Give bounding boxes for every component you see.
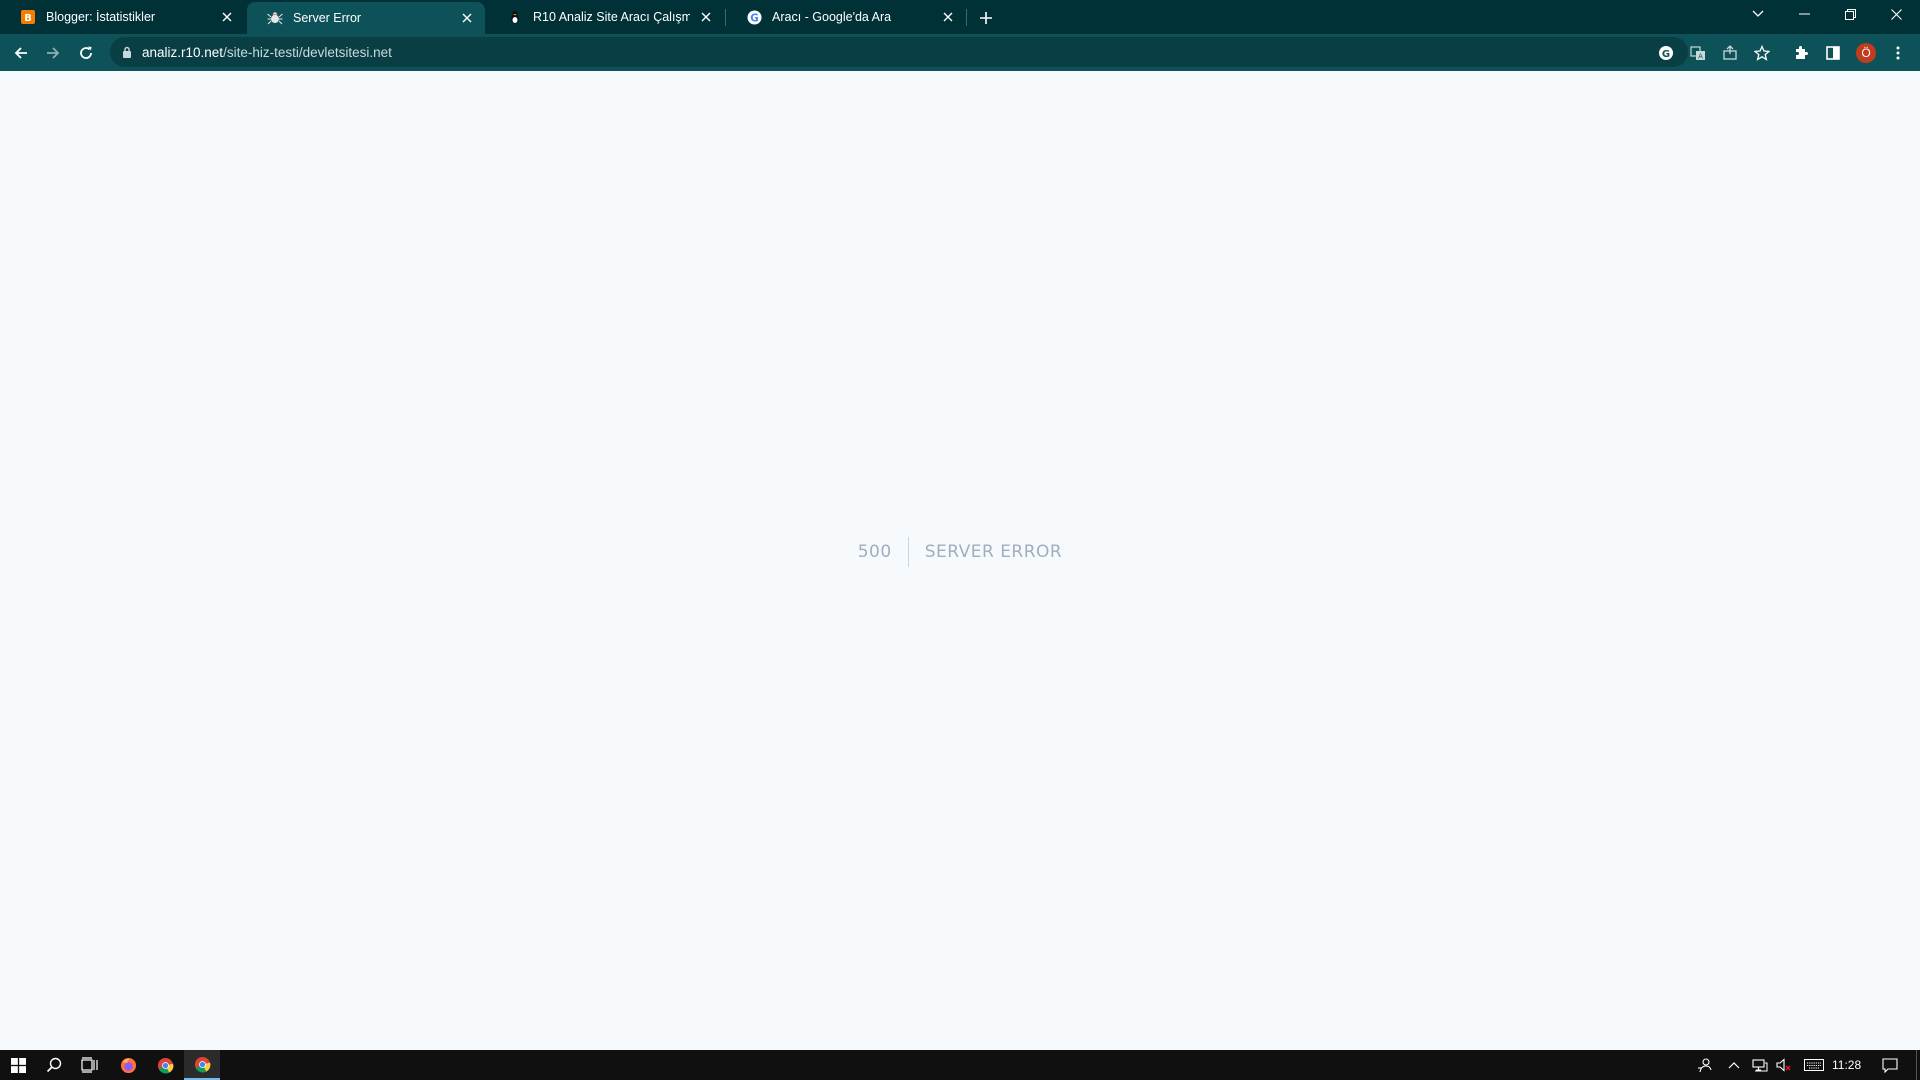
firefox-icon [120, 1057, 136, 1073]
error-message-block: 500 Server Error [0, 537, 1920, 567]
restore-icon [1844, 8, 1856, 20]
page-content: 500 Server Error [0, 71, 1920, 1050]
chevron-up-icon[interactable] [1722, 1050, 1746, 1080]
address-url: analiz.r10.net/site-hiz-testi/devletsite… [142, 45, 392, 60]
taskbar-clock[interactable]: 11:28 [1832, 1050, 1861, 1080]
arrow-left-icon [14, 47, 27, 59]
close-icon[interactable] [459, 10, 475, 26]
chrome-icon [157, 1057, 173, 1074]
svg-text:A: A [1698, 53, 1703, 61]
arrow-right-icon [47, 47, 60, 59]
reload-button[interactable] [73, 40, 99, 66]
volume-muted-icon[interactable] [1772, 1050, 1796, 1080]
minimize-button[interactable] [1781, 0, 1827, 28]
task-view-icon [81, 1057, 98, 1073]
url-path: /site-hiz-testi/devletsitesi.net [223, 44, 392, 60]
notification-icon[interactable] [1875, 1050, 1905, 1080]
new-tab-button[interactable] [975, 7, 997, 29]
chrome-taskbar-button[interactable] [147, 1050, 183, 1080]
windows-taskbar: 11:28 [0, 1050, 1920, 1080]
svg-text:G: G [1662, 49, 1670, 60]
tab-title: Server Error [293, 11, 362, 25]
tab-separator [966, 9, 967, 26]
close-icon [1890, 8, 1902, 20]
error-code: 500 [858, 537, 909, 567]
google-icon: G [746, 9, 762, 25]
close-icon[interactable] [219, 9, 235, 25]
tab-r10[interactable]: R10 Analiz Site Aracı Çalışmıyor? [487, 0, 724, 34]
extensions-icon[interactable] [1790, 42, 1812, 64]
start-button[interactable] [0, 1050, 36, 1080]
tab-title: Aracı - Google'da Ara [772, 10, 892, 24]
back-button[interactable] [8, 40, 34, 66]
profile-avatar[interactable]: Ö [1856, 43, 1876, 63]
url-host: analiz.r10.net [142, 44, 224, 60]
search-icon [46, 1057, 62, 1073]
r10-icon [507, 9, 523, 25]
translate-icon[interactable]: A [1687, 42, 1709, 64]
tab-strip: B Blogger: İstatistikler Server Error R1… [0, 0, 1920, 34]
address-bar[interactable]: analiz.r10.net/site-hiz-testi/devletsite… [110, 37, 1688, 67]
firefox-taskbar-button[interactable] [110, 1050, 146, 1080]
svg-text:B: B [24, 13, 32, 24]
google-lens-icon[interactable]: G [1655, 42, 1677, 64]
chrome-icon [194, 1056, 210, 1073]
network-icon[interactable] [1748, 1050, 1772, 1080]
share-icon[interactable] [1719, 42, 1741, 64]
error-text: Server Error [924, 542, 1063, 562]
tab-server-error[interactable]: Server Error [247, 2, 485, 34]
restore-button[interactable] [1827, 0, 1873, 28]
plus-icon [980, 12, 992, 24]
people-icon[interactable] [1693, 1050, 1717, 1080]
reload-icon [80, 46, 92, 59]
tab-blogger[interactable]: B Blogger: İstatistikler [0, 0, 245, 34]
windows-logo-icon [10, 1057, 26, 1073]
search-button[interactable] [36, 1050, 72, 1080]
close-icon[interactable] [940, 9, 956, 25]
spider-icon [267, 10, 283, 26]
menu-dots-icon[interactable] [1887, 42, 1909, 64]
blogger-icon: B [20, 9, 36, 25]
close-window-button[interactable] [1873, 0, 1919, 28]
show-desktop-button[interactable] [1912, 1050, 1920, 1080]
forward-button[interactable] [40, 40, 66, 66]
tab-search-button[interactable] [1735, 0, 1781, 28]
chrome-active-taskbar-button[interactable] [184, 1050, 220, 1080]
tab-title: R10 Analiz Site Aracı Çalışmıyor? [533, 10, 690, 24]
tab-google[interactable]: G Aracı - Google'da Ara [726, 0, 966, 34]
browser-toolbar: analiz.r10.net/site-hiz-testi/devletsite… [0, 34, 1920, 71]
lock-icon[interactable] [120, 45, 134, 59]
keyboard-icon[interactable] [1800, 1050, 1828, 1080]
svg-text:G: G [750, 12, 758, 24]
minimize-icon [1798, 13, 1810, 15]
tab-title: Blogger: İstatistikler [46, 10, 156, 24]
chevron-down-icon [1752, 10, 1764, 17]
close-icon[interactable] [698, 9, 714, 25]
task-view-button[interactable] [72, 1050, 108, 1080]
bookmark-star-icon[interactable] [1751, 42, 1773, 64]
side-panel-icon[interactable] [1822, 42, 1844, 64]
